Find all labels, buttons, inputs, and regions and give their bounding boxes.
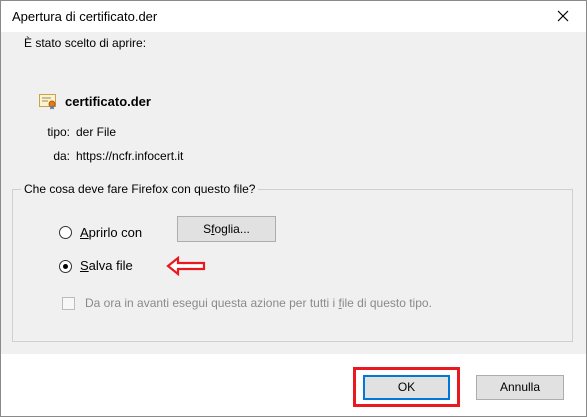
always-label-rest: ile di questo tipo. <box>341 296 432 310</box>
open-with-mnemonic: A <box>80 225 89 240</box>
chosen-to-open-text: È stato scelto di aprire: <box>24 36 147 50</box>
close-button[interactable] <box>540 1 586 31</box>
type-value: der File <box>76 125 117 139</box>
action-group-title: Che cosa deve fare Firefox con questo fi… <box>21 182 259 196</box>
ok-button[interactable]: OK <box>363 375 450 400</box>
always-do-this-checkbox[interactable] <box>62 297 75 310</box>
title-bar: Apertura di certificato.der <box>1 1 586 31</box>
browse-label-pre: S <box>203 222 212 236</box>
dialog-title: Apertura di certificato.der <box>12 9 158 24</box>
source-value: https://ncfr.infocert.it <box>76 149 184 163</box>
cancel-button[interactable]: Annulla <box>476 375 564 400</box>
download-dialog: Apertura di certificato.der È stato scel… <box>0 0 587 417</box>
type-label: tipo: <box>47 125 70 139</box>
save-file-mnemonic: S <box>80 258 89 273</box>
browse-button[interactable]: Sfoglia... <box>177 216 276 242</box>
certificate-file-icon <box>39 94 56 110</box>
close-icon <box>557 10 569 22</box>
save-file-radio[interactable] <box>59 260 72 273</box>
always-label-pre: Da ora in avanti esegui questa azione pe… <box>85 296 339 310</box>
save-file-label-text: alva file <box>88 258 133 273</box>
browse-label-rest: oglia... <box>214 222 250 236</box>
source-label: da: <box>53 149 70 163</box>
open-with-radio[interactable] <box>59 226 72 239</box>
save-file-label[interactable]: Salva file <box>80 258 133 273</box>
open-with-label-text: prirlo con <box>88 225 143 240</box>
open-with-label[interactable]: Aprirlo con <box>80 225 142 240</box>
always-do-this-label: Da ora in avanti esegui questa azione pe… <box>85 296 432 310</box>
red-arrow-left-icon <box>166 256 206 276</box>
file-name: certificato.der <box>65 94 151 109</box>
